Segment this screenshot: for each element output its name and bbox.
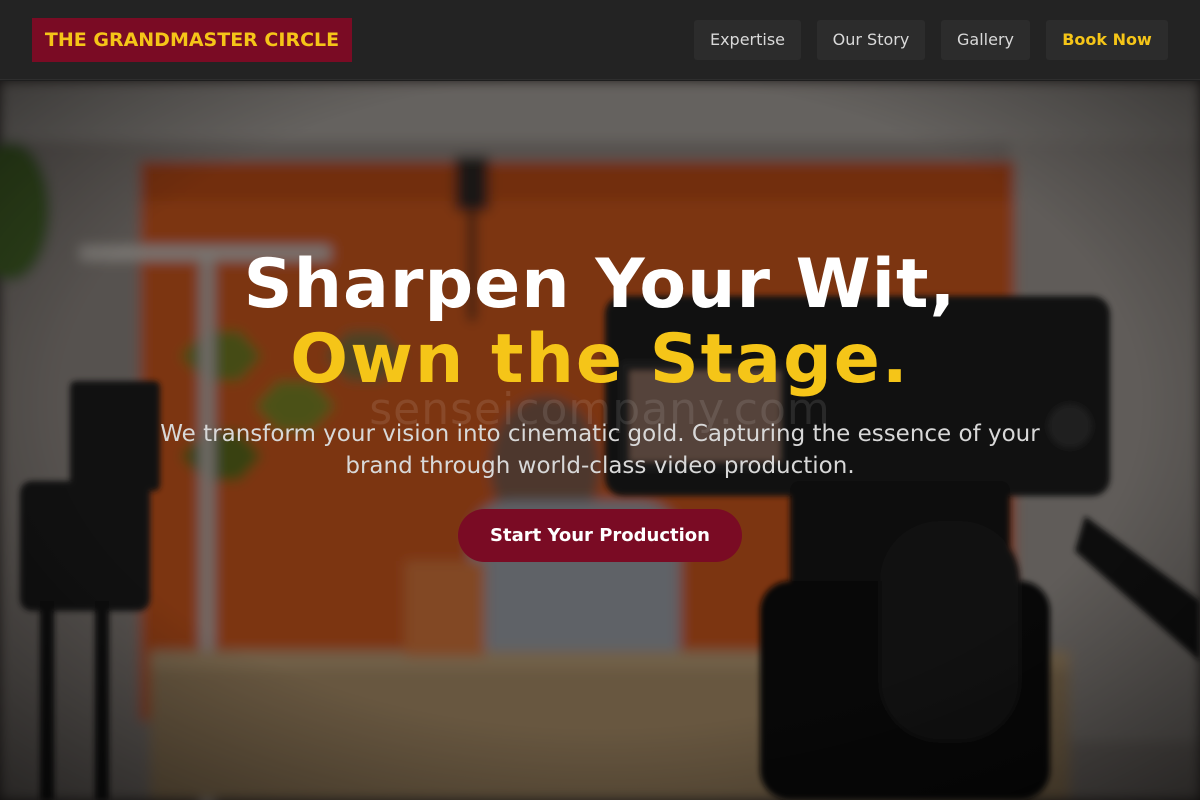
hero-headline-line-2: Own the Stage.	[290, 320, 910, 399]
nav-link-expertise[interactable]: Expertise	[694, 20, 801, 60]
nav-link-gallery[interactable]: Gallery	[941, 20, 1030, 60]
nav-link-book-now[interactable]: Book Now	[1046, 20, 1168, 60]
start-production-button[interactable]: Start Your Production	[458, 509, 742, 562]
hero-subtext: We transform your vision into cinematic …	[160, 421, 1040, 479]
brand-logo[interactable]: THE GRANDMASTER CIRCLE	[32, 18, 352, 62]
top-navigation-bar: THE GRANDMASTER CIRCLE Expertise Our Sto…	[0, 0, 1200, 80]
nav-link-our-story[interactable]: Our Story	[817, 20, 925, 60]
page: THE GRANDMASTER CIRCLE Expertise Our Sto…	[0, 0, 1200, 800]
hero-headline-line-1: Sharpen Your Wit,	[243, 245, 957, 324]
